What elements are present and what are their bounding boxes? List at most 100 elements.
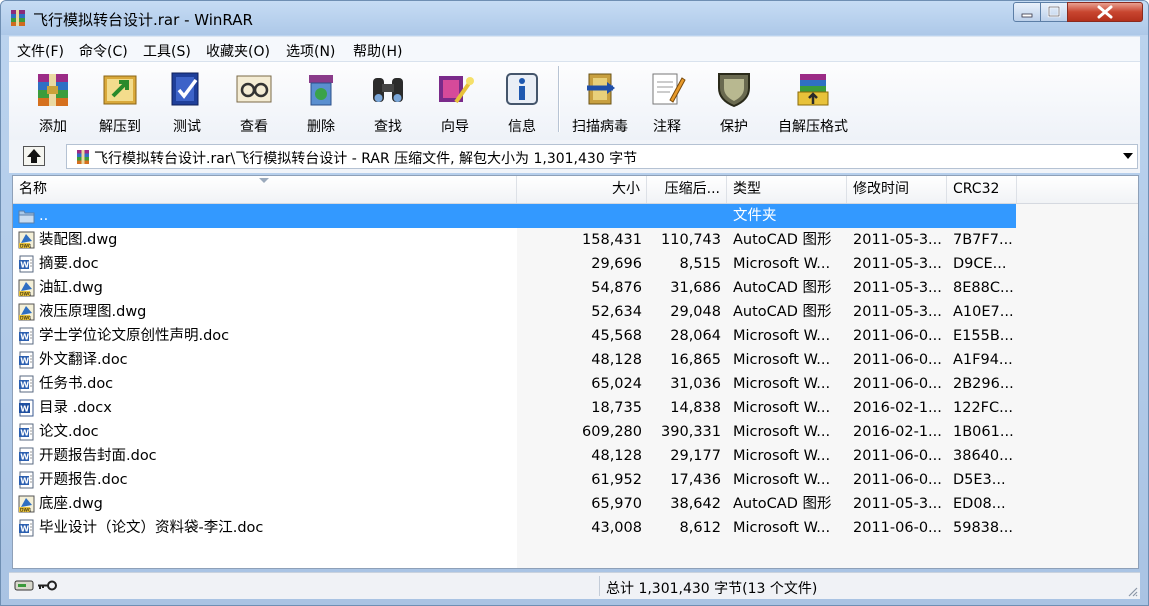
protect-button[interactable]: 保护: [700, 66, 768, 136]
file-row[interactable]: W 开题报告.doc 61,952 17,436 Microsoft W... 2011-…: [13, 468, 1016, 492]
menu-favorites[interactable]: 收藏夹(O): [206, 41, 270, 61]
find-icon: [373, 78, 403, 102]
file-row[interactable]: W 外文翻译.doc 48,128 16,865 Microsoft W... 2011-…: [13, 348, 1016, 372]
file-packed-size: 110,743: [661, 232, 721, 248]
column-size[interactable]: 大小: [517, 176, 647, 203]
file-name: 毕业设计（论文）资料袋-李江.doc: [39, 520, 264, 536]
delete-icon: [309, 75, 333, 106]
menu-options[interactable]: 选项(N): [286, 41, 335, 61]
file-type: AutoCAD 图形: [733, 232, 832, 248]
chevron-down-icon[interactable]: [1123, 153, 1133, 159]
test-icon: [171, 72, 199, 106]
up-one-level-button[interactable]: [23, 146, 45, 166]
column-packed[interactable]: 压缩后...: [647, 176, 727, 203]
file-row[interactable]: DWG 油缸.dwg 54,876 31,686 AutoCAD 图形 2011-05-3…: [13, 276, 1016, 300]
file-packed-size: 28,064: [670, 328, 721, 344]
svg-text:DWG: DWG: [20, 291, 32, 297]
file-modified: 2011-05-3...: [853, 496, 942, 512]
file-crc32: [953, 206, 1015, 226]
svg-text:W: W: [20, 453, 29, 462]
file-type: Microsoft W...: [733, 520, 831, 536]
file-modified: 2011-06-0...: [853, 352, 942, 368]
file-name: 外文翻译.doc: [39, 352, 128, 368]
protect-icon: [718, 73, 750, 108]
close-icon: [1097, 5, 1113, 19]
menu-bar: 文件(F) 命令(C) 工具(S) 收藏夹(O) 选项(N) 帮助(H): [9, 36, 1140, 62]
file-row[interactable]: W 论文.doc 609,280 390,331 Microsoft W... 2016-…: [13, 420, 1016, 444]
file-crc32: 2B296...: [953, 376, 1014, 392]
file-crc32: E155B...: [953, 328, 1014, 344]
word-doc-icon: W: [18, 423, 35, 441]
sfx-button[interactable]: 自解压格式: [778, 66, 848, 136]
file-size: 48,128: [591, 352, 642, 368]
menu-commands[interactable]: 命令(C): [79, 41, 128, 61]
sort-arrow-icon: [259, 178, 269, 183]
file-name: ..: [39, 208, 49, 224]
file-size: 158,431: [582, 232, 642, 248]
file-row[interactable]: DWG 底座.dwg 65,970 38,642 AutoCAD 图形 2011-05-3…: [13, 492, 1016, 516]
close-button[interactable]: [1067, 2, 1143, 22]
file-name: 目录 .docx: [39, 400, 112, 416]
file-size: 65,024: [591, 376, 642, 392]
file-type: AutoCAD 图形: [733, 496, 832, 512]
column-crc32-label: CRC32: [953, 181, 1000, 197]
file-crc32: 59838...: [953, 520, 1013, 536]
column-modified[interactable]: 修改时间: [847, 176, 947, 203]
file-packed-size: 29,177: [670, 448, 721, 464]
file-row[interactable]: DWG 液压原理图.dwg 52,634 29,048 AutoCAD 图形 2011-0…: [13, 300, 1016, 324]
file-packed-size: 14,838: [670, 400, 721, 416]
file-modified: 2011-05-3...: [853, 304, 942, 320]
file-size: [518, 206, 642, 226]
column-type[interactable]: 类型: [727, 176, 847, 203]
file-name: 摘要.doc: [39, 256, 99, 272]
svg-text:W: W: [20, 333, 29, 342]
file-row[interactable]: W 开题报告封面.doc 48,128 29,177 Microsoft W... 201…: [13, 444, 1016, 468]
file-packed-size: [645, 206, 721, 226]
minimize-button[interactable]: [1013, 2, 1041, 22]
file-row[interactable]: W 摘要.doc 29,696 8,515 Microsoft W... 2011-05-…: [13, 252, 1016, 276]
file-name: 液压原理图.dwg: [39, 304, 147, 320]
key-icon[interactable]: [37, 580, 57, 591]
svg-text:W: W: [20, 429, 29, 438]
maximize-button[interactable]: [1040, 2, 1068, 22]
title-bar[interactable]: 飞行模拟转台设计.rar - WinRAR: [1, 1, 1148, 35]
file-name: 装配图.dwg: [39, 232, 118, 248]
file-size: 65,970: [591, 496, 642, 512]
file-type: Microsoft W...: [733, 448, 831, 464]
file-crc32: D5E3...: [953, 472, 1006, 488]
file-size: 29,696: [591, 256, 642, 272]
file-modified: [853, 206, 949, 226]
file-row[interactable]: .. 文件夹: [13, 204, 1016, 228]
column-crc32[interactable]: CRC32: [947, 176, 1017, 203]
file-row[interactable]: W 目录 .docx 18,735 14,838 Microsoft W... 2016-…: [13, 396, 1016, 420]
file-crc32: 8E88C...: [953, 280, 1014, 296]
word-doc-icon: W: [18, 471, 35, 489]
file-type: Microsoft W...: [733, 424, 831, 440]
path-combobox[interactable]: 飞行模拟转台设计.rar\飞行模拟转台设计 - RAR 压缩文件, 解包大小为 …: [66, 144, 1138, 169]
file-type: AutoCAD 图形: [733, 304, 832, 320]
file-type: 文件夹: [733, 208, 777, 224]
file-row[interactable]: W 毕业设计（论文）资料袋-李江.doc 43,008 8,612 Microsoft …: [13, 516, 1016, 540]
file-row[interactable]: DWG 装配图.dwg 158,431 110,743 AutoCAD 图形 2011-0…: [13, 228, 1016, 252]
menu-tools[interactable]: 工具(S): [143, 41, 191, 61]
dwg-file-icon: DWG: [18, 279, 35, 297]
file-modified: 2016-02-1...: [853, 400, 942, 416]
up-arrow-icon: [27, 149, 41, 163]
file-row[interactable]: W 任务书.doc 65,024 31,036 Microsoft W... 2011-0…: [13, 372, 1016, 396]
menu-file[interactable]: 文件(F): [17, 41, 64, 61]
file-size: 48,128: [591, 448, 642, 464]
info-button[interactable]: 信息: [488, 66, 556, 136]
file-packed-size: 29,048: [670, 304, 721, 320]
folder-icon: [18, 207, 35, 225]
file-list[interactable]: 名称 大小 压缩后... 类型 修改时间 CRC32 .. 文件夹 DWG 装配图.d…: [12, 175, 1139, 569]
file-row[interactable]: W 学士学位论文原创性声明.doc 45,568 28,064 Microsoft W.…: [13, 324, 1016, 348]
extract-icon: [103, 75, 137, 105]
svg-text:W: W: [20, 477, 29, 486]
file-modified: 2011-06-0...: [853, 376, 942, 392]
file-size: 54,876: [591, 280, 642, 296]
resize-grip-icon[interactable]: [1126, 585, 1138, 597]
file-type: Microsoft W...: [733, 352, 831, 368]
menu-help[interactable]: 帮助(H): [353, 41, 402, 61]
file-type: AutoCAD 图形: [733, 280, 832, 296]
drive-icon[interactable]: [14, 579, 34, 592]
